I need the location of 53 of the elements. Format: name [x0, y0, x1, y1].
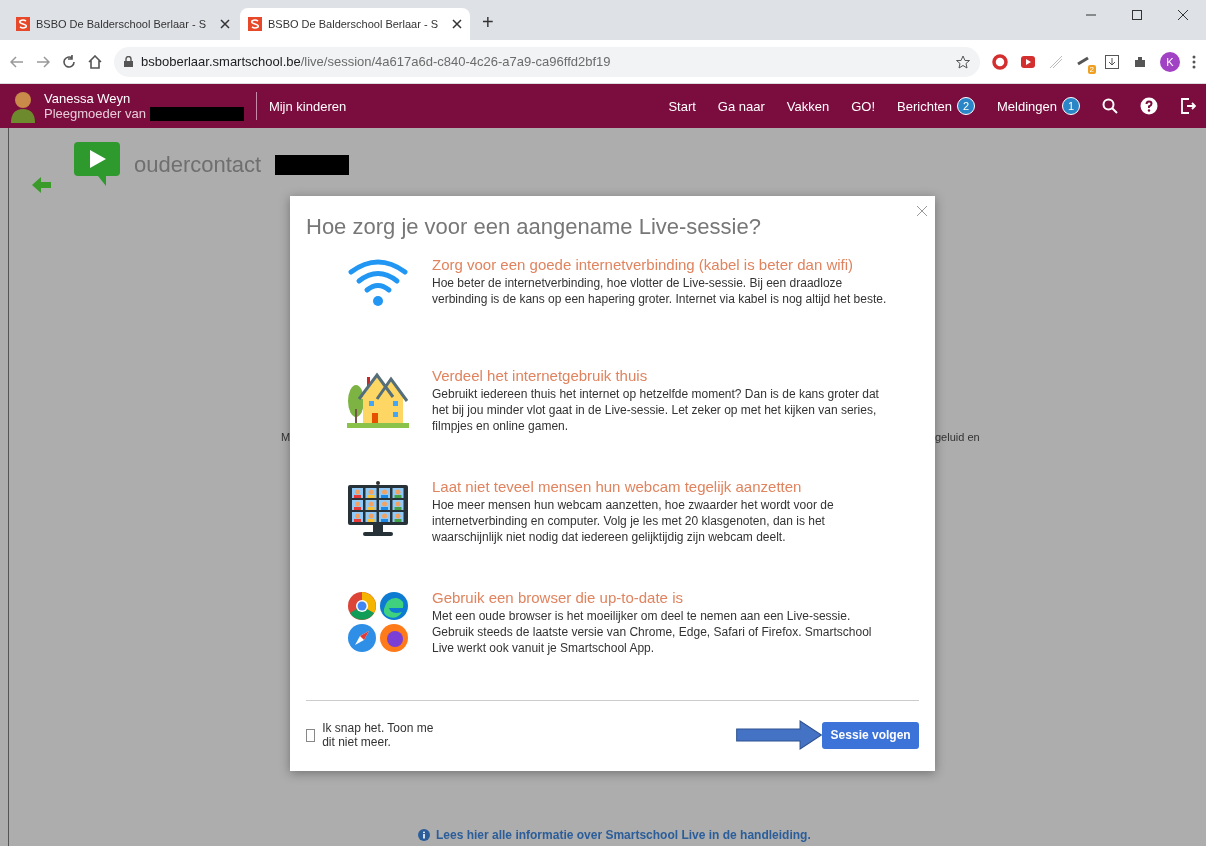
favicon-icon — [248, 17, 262, 31]
logout-icon[interactable] — [1180, 97, 1196, 115]
reload-icon[interactable] — [62, 54, 76, 69]
url-text: bsboberlaar.smartschool.be/live/session/4a617a6d-c840-4c26-a7a9-ca96ffd2bf19 — [141, 54, 611, 69]
tip-text: Hoe beter de internetverbinding, hoe vlotter de Live-sessie. Bij een draadloze verbinding is de kans op een hapering groter. Internet via kabel is nog altijd het beste. — [432, 275, 888, 307]
count-badge: 2 — [957, 97, 975, 115]
play-chat-icon — [74, 142, 120, 188]
tip-heading: Zorg voor een goede internetverbinding (kabel is beter dan wifi) — [432, 256, 855, 273]
background-text: M — [281, 431, 291, 443]
count-badge: 1 — [1062, 97, 1080, 115]
video-play-icon[interactable] — [1020, 53, 1036, 70]
tip-heading: Laat niet teveel mensen hun webcam tegelijk aanzetten — [432, 478, 803, 495]
search-icon[interactable] — [1102, 98, 1118, 114]
nav-link[interactable]: Berichten 2 — [897, 97, 975, 115]
tip-heading: Gebruik een browser die up-to-date is — [432, 589, 684, 606]
close-icon[interactable] — [452, 19, 462, 29]
browser-tab[interactable]: BSBO De Balderschool Berlaar - S — [240, 8, 470, 40]
tip-text: Met een oude browser is het moeilijker om deel te nemen aan een Live-sessie. Gebruik steeds de laatste versie van Chrome, Edge, Safari of Firefox. Smartschool Live werkt ook vanuit je Smartschool App. — [432, 608, 873, 656]
lock-icon — [124, 56, 133, 67]
browser-logos-icon — [347, 591, 409, 653]
home-icon[interactable] — [88, 54, 102, 69]
nav-link[interactable]: Meldingen 1 — [997, 97, 1080, 115]
page-title: oudercontact — [134, 152, 262, 178]
ring-icon[interactable] — [992, 53, 1008, 70]
user-avatar-icon[interactable] — [10, 89, 36, 123]
help-icon[interactable] — [1140, 97, 1158, 115]
back-icon[interactable] — [10, 55, 24, 68]
tip-text: Gebruikt iedereen thuis het internet op hetzelfde moment? Dan is de kans groter dat het bij jou minder vlot gaat in de Live-sessie. Let zeker op met het kijken van series, filmpjes en online gamen. — [432, 386, 880, 434]
background-text: geluid en — [935, 431, 980, 443]
nav-link[interactable]: Start — [668, 98, 696, 114]
browser-tab[interactable]: BSBO De Balderschool Berlaar - S — [8, 8, 238, 40]
dialog-title: Hoe zorg je voor een aangename Live-sessie? — [306, 214, 762, 240]
nav-link[interactable]: Mijn kinderen — [268, 98, 347, 114]
wifi-icon — [347, 258, 409, 308]
address-bar[interactable]: bsboberlaar.smartschool.be/live/session/4a617a6d-c840-4c26-a7a9-ca96ffd2bf19 — [114, 46, 980, 77]
info-icon — [418, 829, 430, 841]
session-follow-button[interactable]: Sessie volgen — [822, 721, 919, 749]
nav-link[interactable]: Vakken — [786, 98, 830, 114]
new-tab-button[interactable]: + — [482, 11, 494, 34]
menu-icon[interactable] — [1192, 54, 1196, 69]
user-role: Pleegmoeder van — [44, 106, 146, 121]
favicon-icon — [16, 17, 30, 31]
nav-link[interactable]: GO! — [851, 98, 876, 114]
star-icon[interactable] — [956, 54, 970, 69]
download-icon[interactable] — [1104, 53, 1120, 70]
close-icon[interactable] — [220, 19, 230, 29]
profile-avatar[interactable]: K — [1160, 51, 1180, 72]
tip-text: Hoe meer mensen hun webcam aanzetten, hoe zwaarder het wordt voor de internetverbinding en computer. Volg je les met 20 klasgenoten, dan is het waarschijnlijk niet nodig dat iedereen gelijktijdig zijn webcam deelt. — [432, 497, 835, 545]
nav-link[interactable]: Ga naar — [717, 98, 765, 114]
forward-icon[interactable] — [36, 55, 50, 68]
tip-heading: Verdeel het internetgebruik thuis — [432, 367, 649, 384]
user-name: Vanessa Weyn — [44, 91, 132, 106]
dont-show-checkbox[interactable]: Ik snap het. Toon me dit niet meer. — [306, 721, 442, 749]
